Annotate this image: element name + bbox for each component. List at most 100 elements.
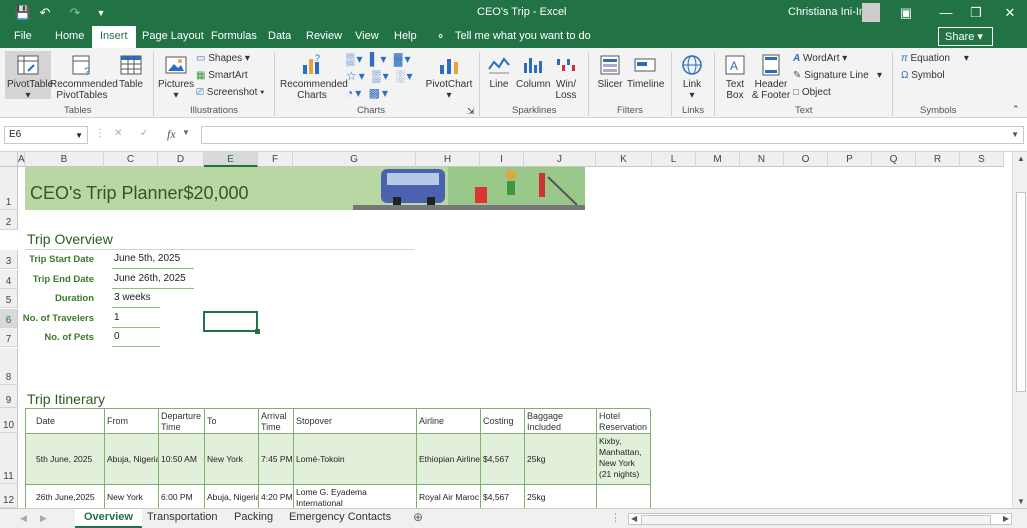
cell-hotel-reservation[interactable]: Kixby, Manhattan, New York (21 nights)	[597, 434, 651, 485]
column-header-p[interactable]: P	[828, 152, 872, 167]
formula-input[interactable]: ▼	[201, 126, 1024, 144]
column-header-g[interactable]: G	[293, 152, 416, 167]
row-header-7[interactable]: 7	[0, 328, 18, 347]
tab-home[interactable]: Home	[55, 30, 84, 42]
next-sheet-icon[interactable]: ▶	[40, 513, 47, 524]
link-button[interactable]: Link ▾	[677, 53, 707, 101]
column-header-b[interactable]: B	[25, 152, 104, 167]
column-header-m[interactable]: M	[696, 152, 740, 167]
tab-view[interactable]: View	[355, 30, 379, 42]
confirm-entry-icon[interactable]: ✓	[140, 128, 148, 139]
formula-dropdown-icon[interactable]: ▼	[182, 128, 190, 137]
cell-costing[interactable]: $4,567	[481, 485, 525, 508]
minimize-icon[interactable]: —	[937, 4, 955, 22]
equation-button[interactable]: π Equation ▾	[901, 53, 969, 64]
recommended-charts-button[interactable]: ? Recommended Charts	[280, 53, 348, 101]
scroll-right-icon[interactable]: ▶	[1003, 514, 1009, 523]
cell-baggage-included[interactable]: 25kg	[525, 434, 597, 485]
sheet-tab-overview[interactable]: Overview	[75, 509, 142, 528]
charts-dialog-launcher-icon[interactable]: ⇲	[467, 106, 475, 117]
symbol-button[interactable]: Ω Symbol	[901, 70, 945, 81]
row-header-8[interactable]: 8	[0, 348, 18, 385]
cancel-entry-icon[interactable]: ✕	[114, 128, 122, 139]
smartart-button[interactable]: ▦ SmartArt	[196, 70, 248, 81]
overview-value[interactable]: June 26th, 2025	[112, 273, 194, 289]
fill-handle[interactable]	[255, 329, 260, 334]
column-header-j[interactable]: J	[524, 152, 596, 167]
waterfall-chart-icon[interactable]: ▓	[394, 52, 405, 66]
selected-cell-e6[interactable]	[203, 311, 258, 332]
tell-me-search[interactable]: Tell me what you want to do	[455, 30, 591, 42]
scroll-up-icon[interactable]: ▲	[1017, 154, 1025, 163]
signature-line-button[interactable]: ✎ Signature Line ▾	[793, 70, 882, 81]
cell-to[interactable]: Abuja, Nigeria	[205, 485, 259, 508]
text-box-button[interactable]: A Text Box	[720, 53, 750, 101]
statistic-chart-icon[interactable]: ▒	[372, 69, 383, 83]
restore-icon[interactable]: ❐	[967, 4, 985, 22]
column-header-i[interactable]: I	[480, 152, 524, 167]
sheet-tab-transportation[interactable]: Transportation	[147, 511, 218, 523]
overview-value[interactable]: June 5th, 2025	[112, 253, 194, 269]
row-header-9[interactable]: 9	[0, 385, 18, 408]
combo-chart-icon[interactable]: ░	[396, 69, 407, 83]
tab-insert[interactable]: Insert	[92, 26, 136, 48]
vertical-scrollbar[interactable]: ▲ ▼	[1012, 152, 1027, 508]
column-header-l[interactable]: L	[652, 152, 696, 167]
avatar[interactable]	[862, 3, 880, 22]
hierarchy-chart-icon[interactable]: ▌	[370, 52, 381, 66]
tab-page-layout[interactable]: Page Layout	[142, 30, 204, 42]
overview-value[interactable]: 3 weeks	[112, 292, 160, 308]
chart-types-pie-map[interactable]: ◔▾ ▩▾	[346, 86, 390, 100]
save-icon[interactable]: 💾	[14, 4, 32, 22]
cell-departure-time[interactable]: 10:50 AM	[159, 434, 205, 485]
column-chart-icon[interactable]: ▒	[346, 52, 357, 66]
scroll-down-icon[interactable]: ▼	[1017, 497, 1025, 506]
tab-review[interactable]: Review	[306, 30, 342, 42]
row-header-3[interactable]: 3	[0, 250, 18, 269]
sparkline-column-button[interactable]: Column	[516, 53, 550, 90]
close-icon[interactable]: ✕	[1001, 4, 1019, 22]
horizontal-scroll-thumb[interactable]	[641, 515, 991, 525]
column-header-q[interactable]: Q	[872, 152, 916, 167]
sparkline-winloss-button[interactable]: Win/Loss	[553, 53, 579, 101]
column-header-a[interactable]: A	[18, 152, 25, 167]
row-header-2[interactable]: 2	[0, 210, 18, 230]
cell-stopover[interactable]: Lomé-Tokoin	[294, 434, 417, 485]
cell-stopover[interactable]: Lome G. Eyadema International	[294, 485, 417, 508]
cell-baggage-included[interactable]: 25kg	[525, 485, 597, 508]
vertical-scroll-thumb[interactable]	[1016, 192, 1026, 392]
cell-airline[interactable]: Ethiopian Airlines	[417, 434, 481, 485]
row-header-5[interactable]: 5	[0, 289, 18, 308]
row-header-4[interactable]: 4	[0, 270, 18, 289]
insert-function-icon[interactable]: fx	[167, 127, 176, 142]
sheet-tab-emergency-contacts[interactable]: Emergency Contacts	[289, 511, 391, 523]
pictures-button[interactable]: Pictures ▾	[158, 53, 194, 101]
map-chart-icon[interactable]: ▩	[369, 86, 382, 100]
column-header-d[interactable]: D	[158, 152, 204, 167]
tab-formulas[interactable]: Formulas	[211, 30, 257, 42]
new-sheet-icon[interactable]: ⊕	[413, 510, 423, 524]
shapes-button[interactable]: ▭ Shapes ▾	[196, 53, 250, 64]
prev-sheet-icon[interactable]: ◀	[20, 513, 27, 524]
tab-data[interactable]: Data	[268, 30, 291, 42]
column-header-o[interactable]: O	[784, 152, 828, 167]
cell-arrival-time[interactable]: 7:45 PM	[259, 434, 294, 485]
cell-from[interactable]: New York	[105, 485, 159, 508]
row-header-6[interactable]: 6	[0, 309, 18, 328]
tab-help[interactable]: Help	[394, 30, 417, 42]
cell-airline[interactable]: Royal Air Maroc	[417, 485, 481, 508]
timeline-button[interactable]: Timeline	[627, 53, 664, 90]
cell-date[interactable]: 26th June,2025	[26, 485, 105, 508]
sparkline-line-button[interactable]: Line	[485, 53, 513, 90]
cell-date[interactable]: 5th June, 2025	[26, 434, 105, 485]
cell-from[interactable]: Abuja, Nigeria	[105, 434, 159, 485]
recommended-pivottables-button[interactable]: ? Recommended PivotTables	[50, 53, 118, 101]
column-header-n[interactable]: N	[740, 152, 784, 167]
name-box[interactable]: E6 ▼	[4, 126, 88, 144]
select-all-corner[interactable]	[0, 152, 18, 167]
ribbon-display-icon[interactable]: ▣	[897, 4, 915, 22]
pivotchart-button[interactable]: PivotChart ▾	[424, 53, 474, 101]
column-header-k[interactable]: K	[596, 152, 652, 167]
line-chart-icon[interactable]: ☆	[346, 69, 359, 83]
collapse-ribbon-icon[interactable]: ⌃	[1012, 104, 1020, 115]
